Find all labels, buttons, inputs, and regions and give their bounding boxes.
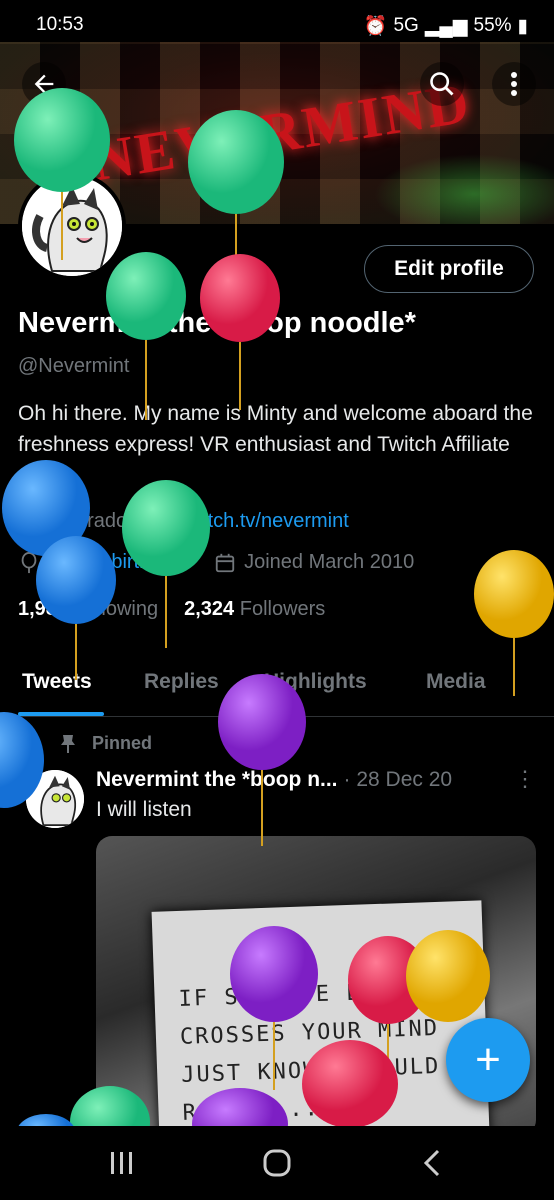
network-label: 5G <box>393 15 419 36</box>
recent-apps-icon[interactable] <box>108 1150 136 1176</box>
profile-avatar[interactable] <box>18 172 126 280</box>
back-arrow-icon <box>34 74 54 94</box>
battery-label: 55% <box>473 15 512 36</box>
tweet-date[interactable]: · 28 Dec 20 <box>344 768 453 792</box>
active-tab-indicator <box>18 712 104 716</box>
balloon-icon <box>21 551 37 573</box>
avatar-image <box>22 176 122 276</box>
back-button[interactable] <box>22 62 66 106</box>
compose-tweet-button[interactable]: + <box>446 1018 530 1102</box>
search-icon <box>430 72 454 96</box>
system-navigation-bar <box>0 1126 554 1200</box>
profile-name: Nevermint the *boop noodle* <box>18 307 416 339</box>
home-icon[interactable] <box>262 1148 292 1178</box>
calendar-icon <box>215 553 235 572</box>
status-bar: 10:53 ⏰ 5G ▂▄▆ 55% ▮ <box>0 0 554 44</box>
following-link[interactable]: 1,988 Following <box>18 598 158 621</box>
tweet-author-avatar[interactable] <box>26 770 84 828</box>
tweet-header: Nevermint the *boop n... · 28 Dec 20 <box>96 768 452 792</box>
edit-profile-button[interactable]: Edit profile <box>364 245 534 293</box>
following-count: 1,988 <box>18 598 69 620</box>
link-icon <box>156 513 173 530</box>
profile-website-link[interactable]: twitch.tv/nevermint <box>183 510 349 533</box>
tab-media[interactable]: Media <box>426 670 486 694</box>
tab-highlights[interactable]: Highlights <box>264 670 367 694</box>
location-icon <box>18 510 38 533</box>
battery-icon: ▮ <box>517 15 528 37</box>
following-label: Following <box>73 598 159 620</box>
followers-count: 2,324 <box>184 598 235 620</box>
alarm-icon: ⏰ <box>363 16 388 37</box>
tweet-more-icon[interactable]: ⋮ <box>514 766 536 792</box>
profile-joined: Joined March 2010 <box>244 551 415 573</box>
profile-location: Colorado <box>46 510 128 532</box>
profile-meta-row-1: Colorado twitch.tv/nevermint <box>18 510 349 533</box>
photo-sign: IF SUICIDE EVER CROSSES YOUR MIND JUST K… <box>151 900 491 1136</box>
followers-link[interactable]: 2,324 Followers <box>184 598 325 621</box>
profile-handle: @Nevermint <box>18 355 130 377</box>
pinned-label: Pinned <box>60 733 152 754</box>
tab-replies[interactable]: Replies <box>144 670 219 694</box>
profile-meta-row-2: Happy birthday! Joined March 2010 <box>18 551 414 574</box>
status-time: 10:53 <box>36 14 84 35</box>
photo-sign-text: IF SUICIDE EVER CROSSES YOUR MIND JUST K… <box>178 972 442 1133</box>
plus-icon: + <box>475 1035 501 1084</box>
pinned-text: Pinned <box>92 733 153 753</box>
avatar-image <box>26 770 84 828</box>
signal-icon: ▂▄▆ <box>424 15 468 37</box>
back-icon[interactable] <box>422 1148 442 1178</box>
tab-tweets[interactable]: Tweets <box>22 670 92 694</box>
status-icons: ⏰ 5G ▂▄▆ 55% ▮ <box>364 14 528 38</box>
profile-birthday[interactable]: Happy birthday! <box>48 551 188 574</box>
profile-bio: Oh hi there. My name is Minty and welcom… <box>18 402 533 456</box>
profile-stats: 1,988 Following 2,324 Followers <box>18 598 325 621</box>
pin-icon <box>61 734 75 753</box>
search-button[interactable] <box>420 62 464 106</box>
profile-tabs: Tweets Replies Highlights Media <box>0 660 554 717</box>
tweet-text: I will listen <box>96 798 192 821</box>
tweet-author-name[interactable]: Nevermint the *boop n... <box>96 768 338 792</box>
more-vertical-icon <box>511 72 517 96</box>
followers-label: Followers <box>239 598 326 620</box>
more-options-button[interactable] <box>492 62 536 106</box>
